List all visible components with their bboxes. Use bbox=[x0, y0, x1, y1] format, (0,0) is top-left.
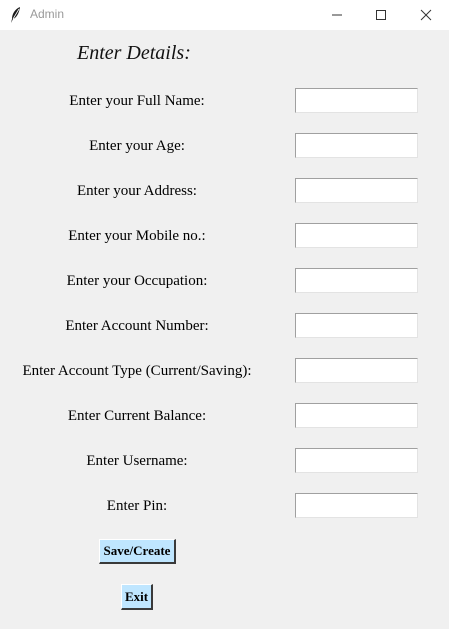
feather-icon bbox=[9, 6, 23, 24]
age-label: Enter your Age: bbox=[89, 138, 185, 154]
username-label: Enter Username: bbox=[86, 453, 188, 469]
title-bar[interactable]: Admin bbox=[0, 0, 449, 30]
address-label: Enter your Address: bbox=[77, 183, 197, 199]
window-title: Admin bbox=[30, 7, 65, 21]
occupation-input[interactable] bbox=[295, 268, 418, 293]
close-icon bbox=[420, 9, 432, 21]
age-input[interactable] bbox=[295, 133, 418, 158]
maximize-button[interactable] bbox=[358, 0, 404, 30]
pin-input[interactable] bbox=[295, 493, 418, 518]
mobile-label: Enter your Mobile no.: bbox=[68, 228, 206, 244]
account-number-label: Enter Account Number: bbox=[65, 318, 209, 334]
exit-button[interactable]: Exit bbox=[121, 584, 153, 610]
full-name-input[interactable] bbox=[295, 88, 418, 113]
maximize-icon bbox=[376, 10, 386, 20]
form-heading: Enter Details: bbox=[77, 42, 191, 64]
full-name-label: Enter your Full Name: bbox=[69, 93, 205, 109]
account-number-input[interactable] bbox=[295, 313, 418, 338]
occupation-label: Enter your Occupation: bbox=[66, 273, 208, 289]
address-input[interactable] bbox=[295, 178, 418, 203]
minimize-button[interactable] bbox=[314, 0, 360, 30]
minimize-icon bbox=[332, 14, 342, 16]
username-input[interactable] bbox=[295, 448, 418, 473]
account-type-label: Enter Account Type (Current/Saving): bbox=[22, 363, 252, 379]
current-balance-input[interactable] bbox=[295, 403, 418, 428]
close-button[interactable] bbox=[403, 0, 449, 30]
pin-label: Enter Pin: bbox=[106, 498, 168, 514]
account-type-input[interactable] bbox=[295, 358, 418, 383]
mobile-input[interactable] bbox=[295, 223, 418, 248]
save-create-button[interactable]: Save/Create bbox=[99, 539, 176, 564]
current-balance-label: Enter Current Balance: bbox=[67, 408, 207, 424]
